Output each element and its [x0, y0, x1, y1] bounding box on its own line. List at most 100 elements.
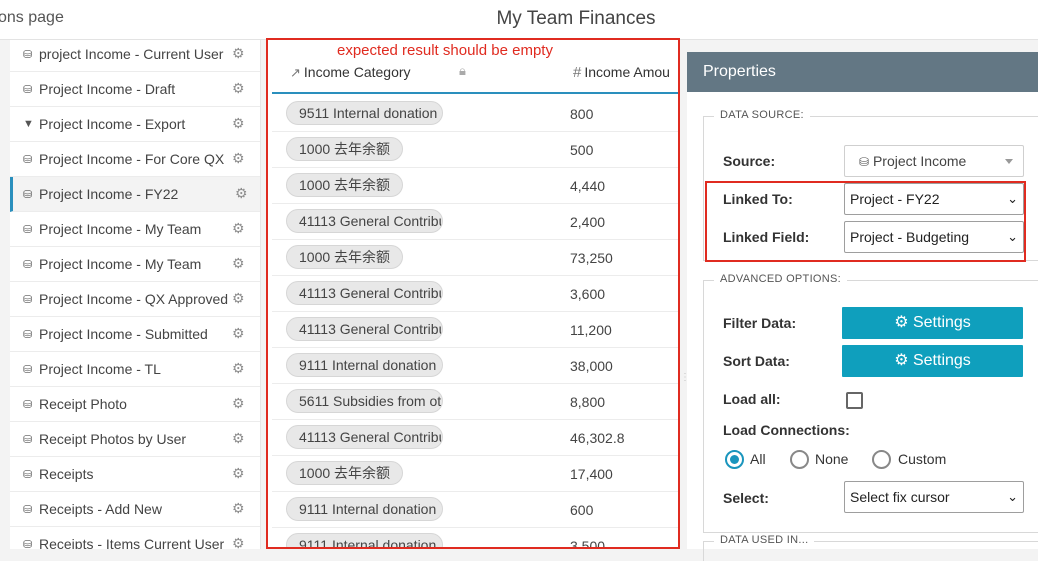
table-row[interactable]: 1000 去年余额 17,400 — [272, 456, 680, 492]
sidebar-item[interactable]: ⛁ Receipts ⚙︎ — [10, 457, 260, 492]
table-row[interactable]: 1000 去年余额 4,440 — [272, 168, 680, 204]
sidebar-item-label: Project Income - FY22 — [39, 186, 179, 202]
gear-icon[interactable]: ⚙︎ — [232, 501, 246, 515]
data-source-legend: DATA SOURCE: — [714, 109, 810, 121]
database-icon: ⛁ — [23, 363, 33, 376]
gear-icon[interactable]: ⚙︎ — [232, 46, 246, 60]
gear-icon[interactable]: ⚙︎ — [232, 256, 246, 270]
linked-field-label: Linked Field: — [723, 229, 810, 245]
table-header: ↗ Income Category 🔒︎ # Income Amou — [272, 54, 680, 94]
gear-icon[interactable]: ⚙︎ — [232, 221, 246, 235]
income-category-chip: 9111 Internal donation — [286, 533, 443, 549]
sidebar-item[interactable]: ⛁ Receipt Photos by User ⚙︎ — [10, 422, 260, 457]
table-row[interactable]: 41113 General Contribu 11,200 — [272, 312, 680, 348]
annotation-text: expected result should be empty — [337, 42, 553, 59]
radio-none-label: None — [815, 451, 849, 467]
table-row[interactable]: 5611 Subsidies from ot 8,800 — [272, 384, 680, 420]
gear-icon[interactable]: ⚙︎ — [232, 291, 246, 305]
gear-icon[interactable]: ⚙︎ — [232, 151, 246, 165]
chevron-down-icon: ⌄ — [1007, 191, 1018, 206]
table-row[interactable]: 41113 General Contribu 3,600 — [272, 276, 680, 312]
source-label: Source: — [723, 153, 776, 169]
data-table: ↗ Income Category 🔒︎ # Income Amou 9511 In… — [267, 40, 680, 549]
gear-icon[interactable]: ⚙︎ — [232, 81, 246, 95]
income-amount-cell: 3,500 — [570, 538, 606, 549]
load-connections-label: Load Connections: — [723, 422, 850, 438]
database-icon: ⛁ — [23, 48, 33, 61]
table-row[interactable]: 41113 General Contribu 2,400 — [272, 204, 680, 240]
income-amount-cell: 73,250 — [570, 250, 613, 266]
gear-icon: ⚙︎ — [894, 352, 909, 369]
sidebar-item[interactable]: ⛁ Project Income - QX Approved ⚙︎ — [10, 282, 260, 317]
sidebar-item-label: Project Income - My Team — [39, 256, 202, 272]
sort-data-label: Sort Data: — [723, 353, 790, 369]
sidebar-item[interactable]: ⛁ Project Income - My Team ⚙︎ — [10, 212, 260, 247]
linked-to-select[interactable]: Project - FY22 ⌄ — [844, 183, 1024, 215]
database-icon: ⛁ — [23, 433, 33, 446]
sort-settings-button[interactable]: ⚙︎ Settings — [842, 345, 1023, 377]
income-amount-cell: 500 — [570, 142, 594, 158]
income-amount-cell: 8,800 — [570, 394, 606, 410]
sidebar-item-label: Project Income - My Team — [39, 221, 202, 237]
sidebar-item[interactable]: ▼ Project Income - Export ⚙︎ — [10, 107, 260, 142]
income-amount-cell: 17,400 — [570, 466, 613, 482]
income-category-chip: 5611 Subsidies from ot — [286, 389, 443, 413]
select-dropdown[interactable]: Select fix cursor ⌄ — [844, 481, 1024, 513]
sidebar-item[interactable]: ⛁ project Income - Current User ⚙︎ — [10, 40, 260, 72]
sidebar-item[interactable]: ⛁ Project Income - Submitted ⚙︎ — [10, 317, 260, 352]
radio-custom[interactable] — [872, 450, 891, 469]
radio-none[interactable] — [790, 450, 809, 469]
table-row[interactable]: 9111 Internal donation 3,500 — [272, 528, 680, 549]
sidebar-item[interactable]: ⛁ Project Income - Draft ⚙︎ — [10, 72, 260, 107]
database-icon: ⛁ — [23, 538, 33, 550]
data-used-legend: DATA USED IN... — [714, 534, 815, 546]
income-category-chip: 41113 General Contribu — [286, 425, 443, 449]
sidebar-item[interactable]: ⛁ Project Income - For Core QX ⚙︎ — [10, 142, 260, 177]
income-category-chip: 9511 Internal donation — [286, 101, 443, 125]
income-category-chip: 1000 去年余额 — [286, 173, 404, 197]
column-header-income-category[interactable]: ↗ Income Category — [290, 64, 411, 81]
radio-all[interactable] — [725, 450, 744, 469]
sidebar-item-label: Receipt Photo — [39, 396, 127, 412]
gear-icon[interactable]: ⚙︎ — [232, 326, 246, 340]
gear-icon[interactable]: ⚙︎ — [235, 186, 249, 200]
database-icon: ⛁ — [23, 328, 33, 341]
linked-field-select[interactable]: Project - Budgeting ⌄ — [844, 221, 1024, 253]
source-select[interactable]: ⛁ Project Income — [844, 145, 1024, 177]
sidebar-item[interactable]: ⛁ Receipts - Add New ⚙︎ — [10, 492, 260, 527]
column-header-income-amount[interactable]: # Income Amou — [573, 64, 670, 81]
table-row[interactable]: 1000 去年余额 500 — [272, 132, 680, 168]
radio-all-label: All — [750, 451, 766, 467]
income-amount-cell: 800 — [570, 106, 594, 122]
sidebar-item[interactable]: ⛁ Project Income - FY22 ⚙︎ — [10, 177, 260, 212]
income-category-chip: 1000 去年余额 — [286, 461, 404, 485]
sidebar-item[interactable]: ⛁ Receipt Photo ⚙︎ — [10, 387, 260, 422]
sidebar-item[interactable]: ⛁ Project Income - TL ⚙︎ — [10, 352, 260, 387]
table-row[interactable]: 9111 Internal donation 600 — [272, 492, 680, 528]
sidebar-item-label: Project Income - Submitted — [39, 326, 208, 342]
top-bar: ons page My Team Finances — [0, 0, 1038, 40]
gear-icon[interactable]: ⚙︎ — [232, 431, 246, 445]
database-icon: ⛁ — [23, 468, 33, 481]
sidebar-item-label: project Income - Current User — [39, 46, 224, 62]
table-row[interactable]: 1000 去年余额 73,250 — [272, 240, 680, 276]
table-row[interactable]: 41113 General Contribu 46,302.8 — [272, 420, 680, 456]
gear-icon[interactable]: ⚙︎ — [232, 466, 246, 480]
database-icon: ⛁ — [23, 153, 33, 166]
table-row[interactable]: 9111 Internal donation 38,000 — [272, 348, 680, 384]
income-category-chip: 9111 Internal donation — [286, 353, 443, 377]
load-all-checkbox[interactable] — [846, 392, 863, 409]
lock-icon: 🔒︎ — [459, 63, 466, 78]
gear-icon[interactable]: ⚙︎ — [232, 536, 246, 549]
sidebar-item[interactable]: ⛁ Receipts - Items Current User ⚙︎ — [10, 527, 260, 550]
radio-custom-label: Custom — [898, 451, 947, 467]
sidebar-item-label: Project Income - TL — [39, 361, 161, 377]
income-amount-cell: 11,200 — [570, 322, 612, 338]
gear-icon[interactable]: ⚙︎ — [232, 116, 246, 130]
properties-title: Properties — [687, 52, 1038, 92]
sidebar-item[interactable]: ⛁ Project Income - My Team ⚙︎ — [10, 247, 260, 282]
filter-settings-button[interactable]: ⚙︎ Settings — [842, 307, 1023, 339]
gear-icon[interactable]: ⚙︎ — [232, 396, 246, 410]
table-row[interactable]: 9511 Internal donation 800 — [272, 96, 680, 132]
gear-icon[interactable]: ⚙︎ — [232, 361, 246, 375]
